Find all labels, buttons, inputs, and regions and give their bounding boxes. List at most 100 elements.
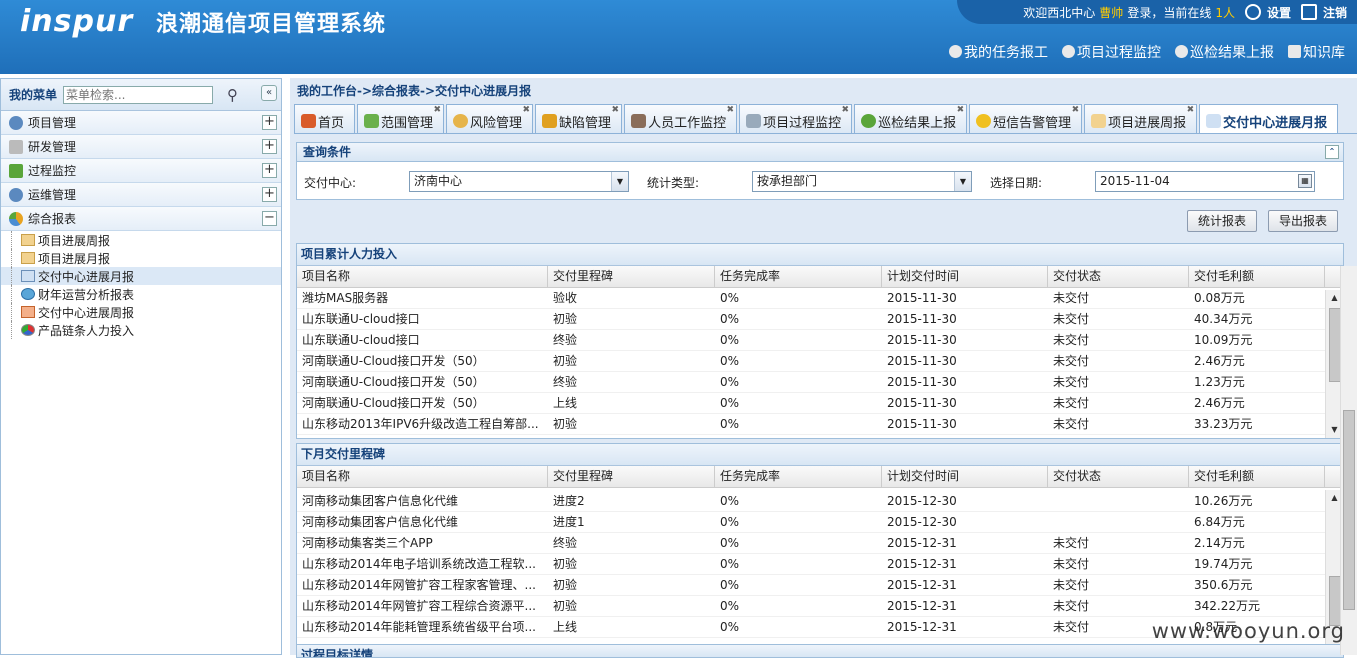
table-row[interactable]: 山东联通U-cloud接口初验0%2015-11-30未交付40.34万元 xyxy=(297,309,1343,330)
app-header: inspur 浪潮通信项目管理系统 欢迎西北中心 曹帅 登录，当前在线 1人 设… xyxy=(0,0,1357,74)
stat-type-select[interactable]: 按承担部门▼ xyxy=(752,171,972,192)
sidebar-group-ops[interactable]: 运维管理+ xyxy=(1,183,281,207)
column-header[interactable]: 任务完成率 xyxy=(715,266,882,287)
logout-icon[interactable] xyxy=(1301,4,1317,20)
knowledge-base-link[interactable]: 知识库 xyxy=(1288,42,1345,62)
stat-report-button[interactable]: 统计报表 xyxy=(1187,210,1257,232)
menu-search-input[interactable] xyxy=(63,86,213,104)
table-cell: 0% xyxy=(715,351,882,371)
column-header[interactable]: 交付状态 xyxy=(1048,266,1189,287)
table-cell: 0% xyxy=(715,575,882,595)
center-select[interactable]: 济南中心▼ xyxy=(409,171,629,192)
sidebar-item-project-monthly[interactable]: 项目进展月报 xyxy=(1,249,281,267)
table-row[interactable]: 河南移动集客类三个APP终验0%2015-12-31未交付2.14万元 xyxy=(297,533,1343,554)
close-icon[interactable]: ✖ xyxy=(957,105,965,115)
close-icon[interactable]: ✖ xyxy=(727,105,735,115)
close-icon[interactable]: ✖ xyxy=(612,105,620,115)
table-row[interactable]: 山东移动2014年电子培训系统改造工程软...初验0%2015-12-31未交付… xyxy=(297,554,1343,575)
sidebar-group-monitor[interactable]: 过程监控+ xyxy=(1,159,281,183)
sidebar-item-center-monthly[interactable]: 交付中心进展月报 xyxy=(1,267,281,285)
search-icon[interactable]: ⚲ xyxy=(227,86,238,104)
sidebar-item-project-weekly[interactable]: 项目进展周报 xyxy=(1,231,281,249)
people-icon xyxy=(631,114,646,128)
collapse-icon[interactable]: ⌃ xyxy=(1325,145,1339,159)
center-label: 交付中心: xyxy=(304,174,356,191)
table-row[interactable]: 河南联通U-Cloud接口开发（50）上线0%2015-11-30未交付2.46… xyxy=(297,393,1343,414)
column-header[interactable]: 任务完成率 xyxy=(715,466,882,487)
table-row[interactable]: 山东移动2013年IPV6升级改造工程自筹部...初验0%2015-11-30未… xyxy=(297,414,1343,435)
table-row[interactable]: 潍坊MAS服务器验收0%2015-11-30未交付0.08万元 xyxy=(297,288,1343,309)
gear-icon[interactable] xyxy=(1245,4,1261,20)
tab-scope[interactable]: 范围管理✖ xyxy=(357,104,444,133)
calendar-icon[interactable]: ▦ xyxy=(1298,174,1312,188)
sidebar-group-project[interactable]: 项目管理+ xyxy=(1,111,281,135)
sidebar-item-product-manpower[interactable]: 产品链条人力投入 xyxy=(1,321,281,339)
login-status-text: 登录，当前在线 xyxy=(1127,4,1211,21)
table-icon xyxy=(1206,114,1221,128)
chevron-down-icon[interactable]: ▼ xyxy=(611,172,628,191)
table-row[interactable]: 河南移动集团客户信息化代维进度20%2015-12-3010.26万元 xyxy=(297,491,1343,512)
column-header[interactable]: 计划交付时间 xyxy=(882,466,1048,487)
chevron-down-icon[interactable]: ▼ xyxy=(954,172,971,191)
table-cell: 0% xyxy=(715,554,882,574)
close-icon[interactable]: ✖ xyxy=(1072,105,1080,115)
sidebar-group-rd[interactable]: 研发管理+ xyxy=(1,135,281,159)
tab-home[interactable]: 首页 xyxy=(294,104,355,133)
alert-icon xyxy=(976,114,991,128)
table-row[interactable]: 河南联通U-Cloud接口开发（50）初验0%2015-11-30未交付2.46… xyxy=(297,351,1343,372)
main-area: 我的工作台->综合报表->交付中心进展月报 首页 范围管理✖ 风险管理✖ 缺陷管… xyxy=(290,78,1357,655)
table-row[interactable]: 山东联通U-cloud接口终验0%2015-11-30未交付10.09万元 xyxy=(297,330,1343,351)
tab-sms-alert[interactable]: 短信告警管理✖ xyxy=(969,104,1082,133)
close-icon[interactable]: ✖ xyxy=(523,105,531,115)
expand-icon[interactable]: + xyxy=(262,187,277,202)
column-header[interactable]: 交付毛利额 xyxy=(1189,266,1325,287)
sidebar-group-reports[interactable]: 综合报表− xyxy=(1,207,281,231)
tab-project-weekly[interactable]: 项目进展周报✖ xyxy=(1084,104,1197,133)
panel-title: 下月交付里程碑 xyxy=(297,444,1343,466)
table-cell: 0.08万元 xyxy=(1189,288,1325,308)
table-row[interactable]: 山东移动2014年网管扩容工程家客管理、...初验0%2015-12-31未交付… xyxy=(297,575,1343,596)
column-header[interactable]: 交付毛利额 xyxy=(1189,466,1325,487)
inspection-report-link[interactable]: 巡检结果上报 xyxy=(1175,42,1274,62)
tab-defect[interactable]: 缺陷管理✖ xyxy=(535,104,622,133)
process-monitor-link[interactable]: 项目过程监控 xyxy=(1062,42,1161,62)
tab-inspection[interactable]: 巡检结果上报✖ xyxy=(854,104,967,133)
tab-risk[interactable]: 风险管理✖ xyxy=(446,104,533,133)
table-cell: 2.46万元 xyxy=(1189,393,1325,413)
table-cell: 潍坊MAS服务器 xyxy=(297,288,548,308)
table-row[interactable]: 河南移动集团客户信息化代维进度10%2015-12-306.84万元 xyxy=(297,512,1343,533)
export-report-button[interactable]: 导出报表 xyxy=(1268,210,1338,232)
collapse-sidebar-icon[interactable]: « xyxy=(261,85,277,101)
expand-icon[interactable]: + xyxy=(262,115,277,130)
table-row[interactable]: 河南联通U-Cloud接口开发（50）终验0%2015-11-30未交付1.23… xyxy=(297,372,1343,393)
close-icon[interactable]: ✖ xyxy=(433,105,441,115)
table-cell: 河南联通U-Cloud接口开发（50） xyxy=(297,372,548,392)
table-cell: 山东移动2013年IPV6升级改造工程自筹部... xyxy=(297,414,548,434)
tab-process-monitor[interactable]: 项目过程监控✖ xyxy=(739,104,852,133)
table-row[interactable]: 山东移动2014年网管扩容工程综合资源平...初验0%2015-12-31未交付… xyxy=(297,596,1343,617)
username[interactable]: 曹帅 xyxy=(1099,4,1123,21)
scroll-thumb[interactable] xyxy=(1343,410,1355,610)
task-report-link[interactable]: 我的任务报工 xyxy=(949,42,1048,62)
expand-icon[interactable]: + xyxy=(262,163,277,178)
column-header[interactable]: 交付里程碑 xyxy=(548,266,715,287)
settings-link[interactable]: 设置 xyxy=(1267,4,1291,21)
tab-staff-monitor[interactable]: 人员工作监控✖ xyxy=(624,104,737,133)
close-icon[interactable]: ✖ xyxy=(1187,105,1195,115)
date-input[interactable]: 2015-11-04▦ xyxy=(1095,171,1315,192)
logout-link[interactable]: 注销 xyxy=(1323,4,1347,21)
tab-center-monthly[interactable]: 交付中心进展月报 xyxy=(1199,104,1338,133)
column-header[interactable]: 交付里程碑 xyxy=(548,466,715,487)
page-scrollbar[interactable] xyxy=(1340,266,1357,655)
collapse-icon[interactable]: − xyxy=(262,211,277,226)
table-cell: 终验 xyxy=(548,372,715,392)
close-icon[interactable]: ✖ xyxy=(842,105,850,115)
data-table: 项目名称 交付里程碑 任务完成率 计划交付时间 交付状态 交付毛利额 河南移动集… xyxy=(297,466,1343,638)
column-header[interactable]: 项目名称 xyxy=(297,466,548,487)
sidebar-item-center-weekly[interactable]: 交付中心进展周报 xyxy=(1,303,281,321)
column-header[interactable]: 计划交付时间 xyxy=(882,266,1048,287)
column-header[interactable]: 项目名称 xyxy=(297,266,548,287)
sidebar-item-fiscal-analysis[interactable]: 财年运营分析报表 xyxy=(1,285,281,303)
expand-icon[interactable]: + xyxy=(262,139,277,154)
column-header[interactable]: 交付状态 xyxy=(1048,466,1189,487)
